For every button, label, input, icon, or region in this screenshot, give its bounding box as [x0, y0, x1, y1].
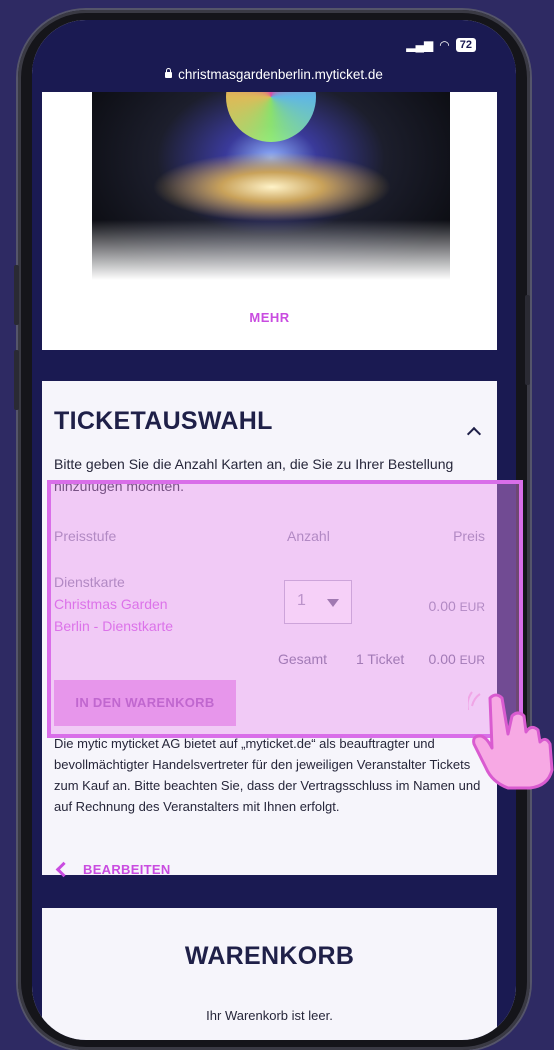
volume-up-button	[14, 265, 19, 325]
signal-icon: ▂▄▆	[406, 38, 434, 52]
url-text: christmasgardenberlin.myticket.de	[178, 67, 383, 82]
chevron-left-icon	[55, 861, 72, 878]
legal-text: Die mytic myticket AG bietet auf „mytick…	[54, 736, 481, 814]
hero-image	[92, 92, 450, 280]
chevron-up-icon[interactable]	[466, 426, 482, 442]
volume-down-button	[14, 350, 19, 410]
power-button	[525, 295, 530, 385]
cart-title: WARENKORB	[184, 942, 355, 970]
url-bar[interactable]: christmasgardenberlin.myticket.de	[32, 60, 516, 92]
edit-label: BEARBEITEN	[83, 862, 171, 877]
pointing-hand-icon	[468, 691, 554, 790]
wifi-icon: ◠	[439, 38, 450, 52]
cart-card: WARENKORB Ihr Warenkorb ist leer.	[42, 908, 497, 1040]
battery-icon: 72	[455, 38, 476, 52]
cart-empty-text: Ihr Warenkorb ist leer.	[206, 1008, 333, 1023]
event-card: MEHR	[42, 92, 497, 350]
edit-link[interactable]: BEARBEITEN	[54, 861, 171, 878]
section-title: TICKETAUSWAHL	[54, 407, 273, 435]
lock-icon	[165, 68, 173, 78]
more-link[interactable]: MEHR	[42, 310, 497, 325]
highlight-overlay	[47, 480, 523, 738]
